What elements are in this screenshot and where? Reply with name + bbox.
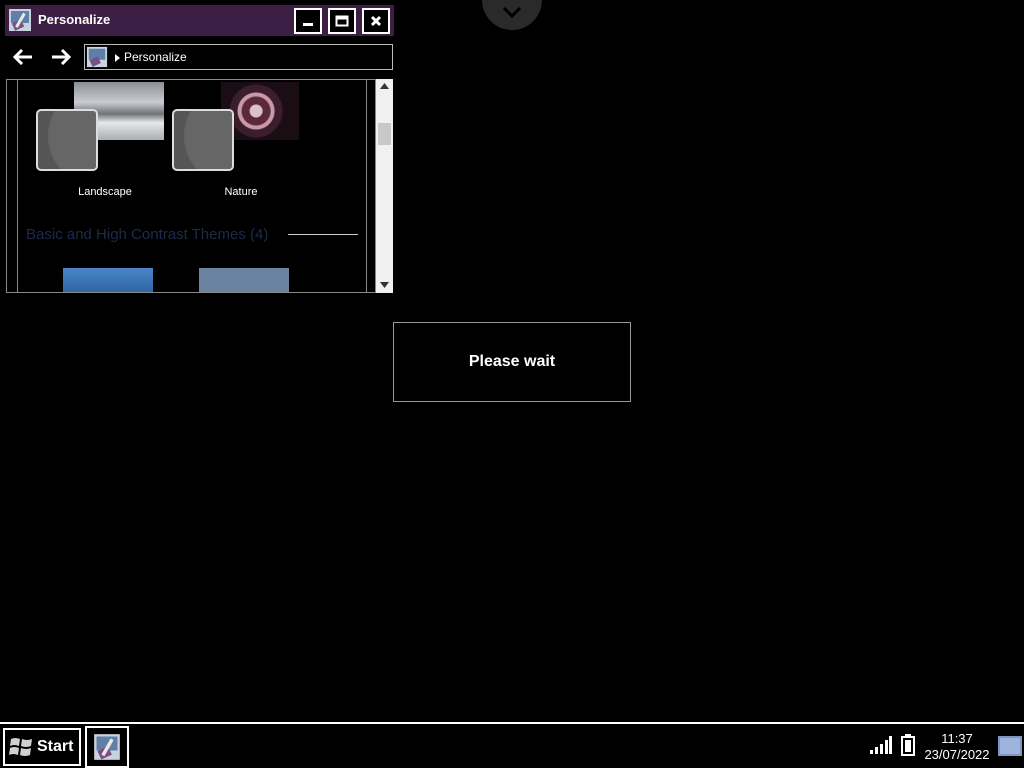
basic-theme-preview-1[interactable] [63, 268, 153, 292]
vertical-scrollbar[interactable] [376, 79, 393, 293]
themes-list: Landscape Nature Basic and High Contrast… [6, 79, 376, 293]
navigation-bar: Personalize [5, 36, 394, 76]
maximize-button[interactable] [328, 8, 356, 34]
scrollbar-thumb[interactable] [378, 123, 391, 145]
please-wait-dialog: Please wait [393, 322, 631, 402]
personalize-icon [94, 734, 120, 760]
show-desktop-icon[interactable] [998, 736, 1022, 756]
start-button[interactable]: Start [3, 728, 81, 766]
section-title-basic-high-contrast: Basic and High Contrast Themes (4) [26, 226, 269, 243]
scroll-up-icon[interactable] [380, 83, 389, 89]
personalize-icon [9, 9, 31, 31]
please-wait-message: Please wait [468, 353, 556, 370]
clock-date[interactable]: 23/07/2022 [922, 747, 992, 762]
minimize-button[interactable] [294, 8, 322, 34]
breadcrumb-personalize[interactable]: Personalize [124, 50, 187, 64]
taskbar-personalize-app[interactable] [85, 726, 129, 768]
scroll-down-icon[interactable] [380, 282, 389, 288]
arrow-left-icon[interactable] [13, 49, 33, 65]
close-button[interactable] [362, 8, 390, 34]
themes-list-inner: Landscape Nature Basic and High Contrast… [17, 80, 367, 292]
close-icon [370, 15, 382, 27]
arrow-right-icon[interactable] [51, 49, 71, 65]
maximize-icon [335, 15, 349, 27]
chevron-down-icon [502, 6, 522, 18]
signal-strength-icon[interactable] [870, 736, 892, 754]
window-titlebar[interactable]: Personalize [5, 5, 394, 36]
theme-landscape[interactable] [36, 109, 98, 171]
battery-icon[interactable] [901, 734, 915, 756]
breadcrumb-caret-icon[interactable] [115, 54, 120, 62]
basic-theme-preview-2[interactable] [199, 268, 289, 292]
personalize-icon [86, 46, 108, 68]
address-bar[interactable]: Personalize [84, 44, 393, 70]
window-title: Personalize [38, 12, 111, 27]
theme-label-nature: Nature [224, 186, 258, 198]
personalize-window: Personalize Personalize Landscape Nature… [5, 5, 394, 294]
theme-label-landscape: Landscape [78, 186, 132, 198]
minimize-icon [303, 23, 313, 26]
windows-logo-icon [9, 738, 32, 756]
theme-nature[interactable] [172, 109, 234, 171]
clock-time[interactable]: 11:37 [925, 731, 989, 746]
taskbar: Start 11:37 23/07/2022 [0, 722, 1024, 768]
start-label: Start [37, 738, 74, 755]
section-divider [288, 234, 358, 235]
top-pull-down-tab[interactable] [482, 0, 542, 30]
